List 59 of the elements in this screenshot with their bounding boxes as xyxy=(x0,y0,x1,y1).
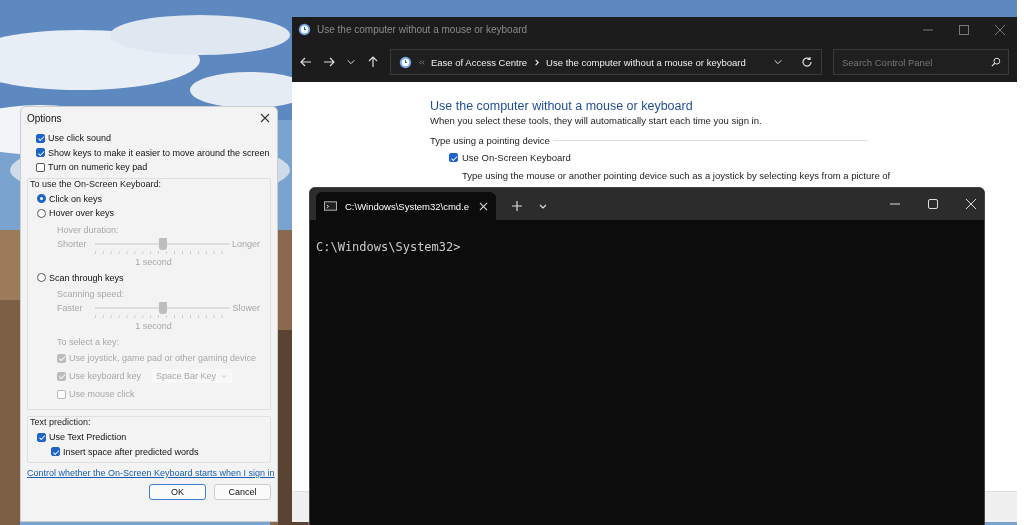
terminal-tab[interactable]: C:\Windows\System32\cmd.e xyxy=(316,192,496,220)
radio-button[interactable] xyxy=(37,194,46,204)
radio-label[interactable]: Scan through keys xyxy=(49,272,124,283)
tab-title: C:\Windows\System32\cmd.e xyxy=(345,200,470,212)
radio-button[interactable] xyxy=(37,208,46,218)
forward-icon[interactable] xyxy=(323,56,335,68)
slider-caption: Hover duration: xyxy=(57,223,120,237)
group-label: To use the On-Screen Keyboard: xyxy=(29,178,163,191)
section-heading: Type using a pointing device xyxy=(430,135,550,146)
checkbox[interactable] xyxy=(51,447,60,457)
clock-icon xyxy=(298,23,311,36)
checkbox[interactable] xyxy=(36,133,45,143)
up-arrow-icon[interactable] xyxy=(367,56,379,68)
page-subtitle: When you select these tools, they will automatically start each time you sign in. xyxy=(430,115,763,126)
checkbox-label[interactable]: Show keys to make it easier to move around the screen xyxy=(48,147,270,158)
clock-icon xyxy=(399,55,412,69)
search-field[interactable]: Search Control Panel xyxy=(833,49,1009,75)
terminal-icon xyxy=(324,201,337,211)
section-caption: To select a key: xyxy=(57,336,121,349)
description-text: Type using the mouse or another pointing device such as a joystick by selecting keys from a picture of xyxy=(462,170,892,181)
slider-min-label: Shorter xyxy=(57,238,88,249)
checkbox-label[interactable]: Use On-Screen Keyboard xyxy=(462,152,571,163)
slider-min-label: Faster xyxy=(57,303,84,313)
checkbox-label[interactable]: Insert space after predicted words xyxy=(63,446,199,457)
checkbox-label[interactable]: Turn on numeric key pad xyxy=(48,162,148,173)
page-heading: Use the computer without a mouse or keyboard xyxy=(430,99,694,113)
slider-max-label: Longer xyxy=(230,238,260,249)
checkbox[interactable] xyxy=(36,162,45,172)
back-icon[interactable] xyxy=(300,56,312,68)
checkbox-label[interactable]: Use Text Prediction xyxy=(49,432,127,443)
group-label: Text prediction: xyxy=(29,417,92,429)
slider-value: 1 second xyxy=(134,320,173,333)
slider-caption: Scanning speed: xyxy=(57,288,126,301)
close-icon[interactable] xyxy=(260,113,270,123)
checkbox[interactable] xyxy=(36,148,45,158)
slider-max-label: Slower xyxy=(231,303,260,313)
dialog-title: Options xyxy=(27,112,62,124)
checkbox[interactable] xyxy=(37,432,46,442)
address-bar[interactable]: Ease of Access Centre Use the computer without a mouse or keyboard xyxy=(390,49,822,75)
plus-icon[interactable] xyxy=(512,201,522,211)
search-icon[interactable] xyxy=(991,57,1001,67)
window-title: Use the computer without a mouse or keyboard xyxy=(317,24,528,35)
refresh-icon[interactable] xyxy=(801,56,813,68)
chevron-down-icon[interactable] xyxy=(773,57,783,67)
radio-label[interactable]: Hover over keys xyxy=(49,208,115,219)
breadcrumb-item[interactable]: Use the computer without a mouse or keyboard xyxy=(546,56,746,68)
breadcrumb-item[interactable]: Ease of Access Centre xyxy=(431,56,528,68)
terminal-prompt: C:\Windows\System32> xyxy=(316,240,462,254)
radio-button[interactable] xyxy=(37,273,46,283)
double-chevron-icon[interactable] xyxy=(418,58,425,66)
slider-value: 1 second xyxy=(134,255,173,269)
chevron-down-icon[interactable] xyxy=(346,57,356,67)
radio-label[interactable]: Click on keys xyxy=(49,193,102,204)
checkbox[interactable] xyxy=(449,153,458,162)
checkbox-label[interactable]: Use click sound xyxy=(48,133,112,144)
dialog-button[interactable]: Cancel xyxy=(214,484,271,500)
dialog-button[interactable]: OK xyxy=(149,484,206,500)
chevron-down-icon xyxy=(220,372,229,380)
chevron-right-icon xyxy=(533,58,541,66)
